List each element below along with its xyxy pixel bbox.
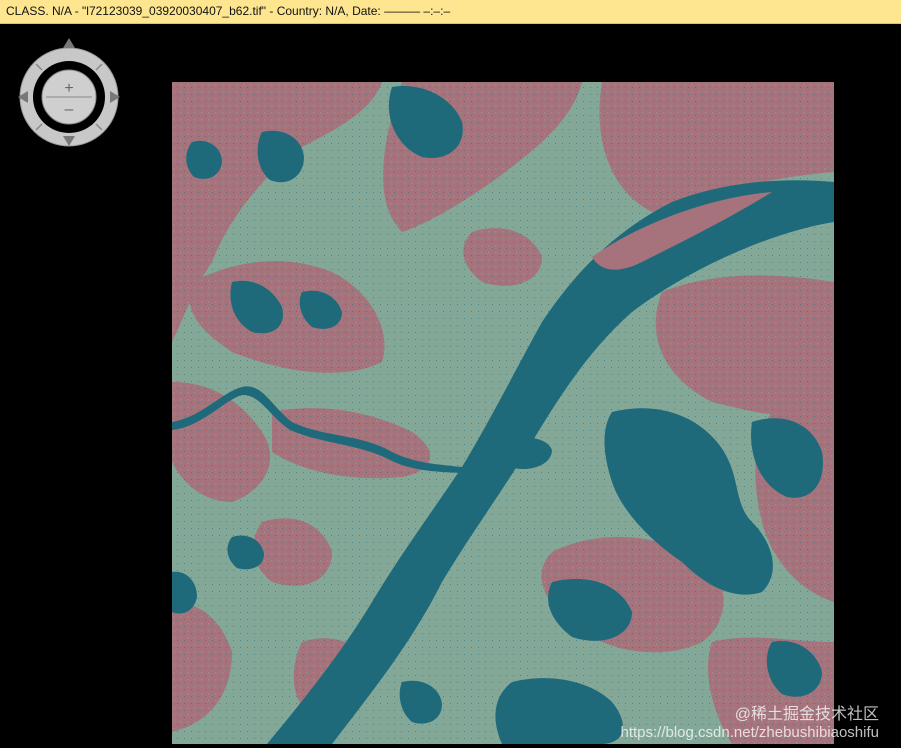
title-bar: CLASS. N/A - "l72123039_03920030407_b62.… [0, 0, 901, 24]
zoom-out-button[interactable]: – [65, 101, 74, 118]
watermark: @稀土掘金技术社区 https://blog.csdn.net/zhebushi… [620, 706, 879, 742]
watermark-line-2: https://blog.csdn.net/zhebushibiaoshifu [620, 724, 879, 741]
window-title: CLASS. N/A - "l72123039_03920030407_b62.… [6, 4, 451, 18]
classified-raster-map[interactable] [172, 82, 834, 744]
navigation-wheel[interactable]: + – [18, 38, 120, 148]
zoom-in-button[interactable]: + [64, 80, 73, 97]
watermark-line-1: @稀土掘金技术社区 [734, 706, 879, 723]
pan-up-icon[interactable] [63, 38, 75, 48]
